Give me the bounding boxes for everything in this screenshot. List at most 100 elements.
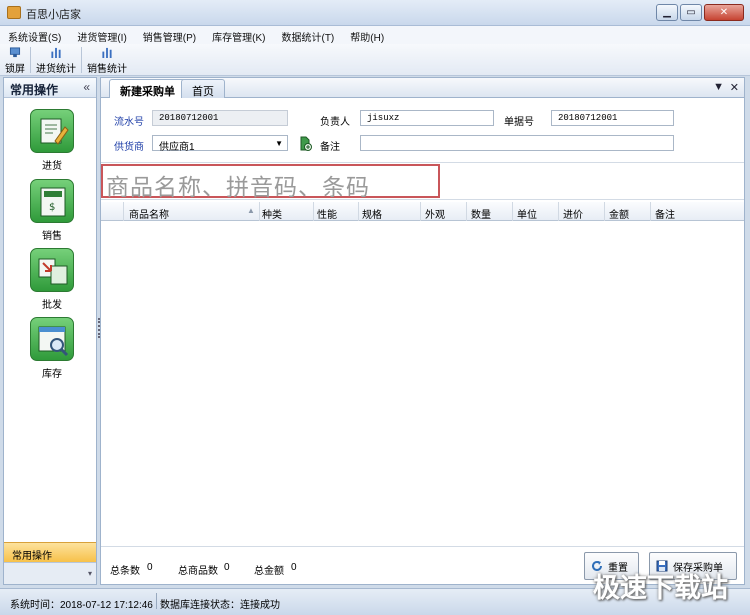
sort-ascending-icon: ▲: [247, 206, 255, 215]
close-button[interactable]: ✕: [704, 4, 744, 21]
total-items-label: 总商品数: [178, 566, 218, 577]
bar-chart-icon: [51, 47, 61, 58]
menu-inventory-management[interactable]: 库存管理(K): [204, 26, 273, 44]
minimize-icon: ▁: [663, 7, 671, 18]
close-icon: ✕: [719, 7, 729, 18]
lock-screen-icon: [9, 47, 21, 58]
inventory-search-icon: [30, 317, 74, 361]
column-separator: [123, 202, 124, 221]
column-separator: [558, 202, 559, 221]
sales-stats-label: 销售统计: [87, 64, 127, 75]
column-separator: [420, 202, 421, 221]
column-header-purchase-price[interactable]: 进价: [563, 206, 583, 221]
transfer-icon: [30, 248, 74, 292]
svg-text:$: $: [49, 202, 55, 213]
supplier-selected-value: 供应商1: [159, 142, 195, 153]
column-separator: [313, 202, 314, 221]
watermark-logo: 极速下载站: [593, 573, 728, 604]
tab-strip: 新建采购单 首页 ▼ ✕: [101, 78, 744, 98]
owner-field[interactable]: jisuxz: [360, 110, 494, 126]
menu-bar: 系统设置(S) 进货管理(I) 销售管理(P) 库存管理(K) 数据统计(T) …: [0, 26, 750, 44]
receipt-field[interactable]: 20180712001: [551, 110, 674, 126]
toolbar: 锁屏 进货统计 销售统计: [0, 44, 750, 76]
sidebar-item-inventory[interactable]: 库存: [28, 317, 76, 380]
column-separator: [512, 202, 513, 221]
column-header-remark[interactable]: 备注: [655, 206, 675, 221]
db-connection-status: 数据库连接状态：连接成功: [160, 600, 280, 611]
total-count-value: 0: [147, 562, 153, 573]
sidebar-item-label: 进货: [42, 161, 62, 172]
supplier-select[interactable]: 供应商1 ▼: [152, 135, 288, 153]
remark-label: 备注: [320, 142, 340, 153]
tab-menu-icon[interactable]: ▼: [713, 81, 724, 93]
chevron-down-icon: ▼: [275, 139, 283, 148]
sidebar-item-label: 批发: [42, 300, 62, 311]
column-header-amount[interactable]: 金额: [609, 206, 629, 221]
app-icon: [7, 6, 21, 19]
total-items-value: 0: [224, 562, 230, 573]
tab-close-icon[interactable]: ✕: [730, 81, 739, 94]
column-header-category[interactable]: 种类: [262, 206, 282, 221]
collapse-icon[interactable]: «: [83, 80, 90, 94]
product-search-input[interactable]: 商品名称、拼音码、条码: [101, 164, 440, 201]
main-panel: 新建采购单 首页 ▼ ✕ 流水号 20180712001 负责人 jisuxz …: [100, 77, 745, 585]
total-count-label: 总条数: [110, 566, 140, 577]
add-supplier-icon[interactable]: [298, 135, 312, 151]
sidebar-header: 常用操作 «: [4, 78, 96, 98]
sidebar-item-label: 销售: [42, 231, 62, 242]
status-separator: [156, 593, 157, 609]
tab-home[interactable]: 首页: [181, 79, 225, 98]
serial-field: 20180712001: [152, 110, 288, 126]
column-separator: [259, 202, 260, 221]
tab-new-purchase-order[interactable]: 新建采购单: [109, 79, 186, 98]
sidebar-footer-bar: ▾: [4, 562, 96, 584]
sidebar-item-label: 库存: [42, 369, 62, 380]
column-header-product-name[interactable]: 商品名称: [129, 206, 169, 221]
column-header-appearance[interactable]: 外观: [425, 206, 445, 221]
column-separator: [466, 202, 467, 221]
product-grid: 商品名称 ▲ 种类 性能 规格 外观 数量 单位 进价 金额 备注: [101, 202, 744, 547]
column-separator: [604, 202, 605, 221]
lock-screen-label: 锁屏: [5, 64, 25, 75]
sidebar-title: 常用操作: [10, 83, 59, 97]
column-header-quantity[interactable]: 数量: [471, 206, 491, 221]
product-search-area: 商品名称、拼音码、条码: [101, 162, 744, 201]
maximize-icon: ▭: [686, 7, 696, 18]
sidebar-item-wholesale[interactable]: 批发: [28, 248, 76, 311]
menu-help[interactable]: 帮助(H): [342, 26, 392, 44]
menu-sales-management[interactable]: 销售管理(P): [135, 26, 204, 44]
lock-screen-button[interactable]: 锁屏: [0, 44, 30, 75]
minimize-button[interactable]: ▁: [656, 4, 678, 21]
column-separator: [358, 202, 359, 221]
sidebar-footer-label: 常用操作: [12, 551, 52, 562]
remark-field[interactable]: [360, 135, 674, 151]
sidebar-item-sales[interactable]: $ 销售: [28, 179, 76, 242]
sales-stats-button[interactable]: 销售统计: [82, 44, 132, 75]
column-separator: [650, 202, 651, 221]
grid-header: 商品名称 ▲ 种类 性能 规格 外观 数量 单位 进价 金额 备注: [101, 202, 744, 221]
menu-system-settings[interactable]: 系统设置(S): [0, 26, 69, 44]
edit-document-icon: [30, 109, 74, 153]
chevron-down-icon[interactable]: ▾: [88, 569, 92, 578]
column-header-unit[interactable]: 单位: [517, 206, 537, 221]
bar-chart-icon: [102, 47, 112, 58]
total-amount-label: 总金额: [254, 566, 284, 577]
sidebar-item-purchase[interactable]: 进货: [28, 109, 76, 172]
window-controls: ▁ ▭ ✕: [656, 4, 744, 21]
column-header-performance[interactable]: 性能: [317, 206, 337, 221]
maximize-button[interactable]: ▭: [680, 4, 702, 21]
total-amount-value: 0: [291, 562, 297, 573]
purchase-stats-button[interactable]: 进货统计: [31, 44, 81, 75]
cash-register-icon: $: [30, 179, 74, 223]
sidebar: 常用操作 « 进货 $ 销售 批发 库存 常用操作 ▾: [3, 77, 97, 585]
owner-label: 负责人: [320, 117, 350, 128]
receipt-label: 单据号: [504, 117, 534, 128]
column-header-spec[interactable]: 规格: [362, 206, 382, 221]
menu-purchase-management[interactable]: 进货管理(I): [69, 26, 134, 44]
purchase-stats-label: 进货统计: [36, 64, 76, 75]
window-title: 百思小店家: [26, 9, 81, 21]
supplier-label: 供货商: [114, 142, 144, 153]
menu-data-statistics[interactable]: 数据统计(T): [273, 26, 342, 44]
sidebar-footer-tab[interactable]: 常用操作: [4, 542, 96, 562]
system-time: 系统时间：2018-07-12 17:12:46: [10, 600, 153, 611]
